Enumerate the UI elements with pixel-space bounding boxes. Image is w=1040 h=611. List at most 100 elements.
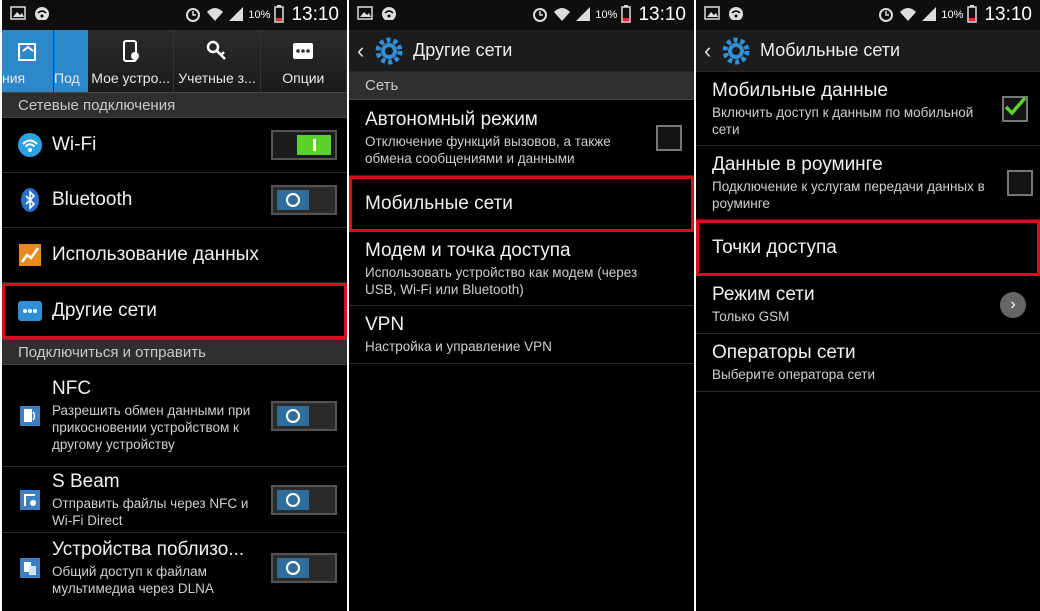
- clock: 13:10: [984, 4, 1032, 25]
- cell-signal-icon: [228, 6, 244, 25]
- alarm-icon: [531, 5, 549, 26]
- gear-icon: [373, 35, 405, 67]
- action-bar[interactable]: ‹ Мобильные сети: [696, 30, 1040, 72]
- row-subtitle: Включить доступ к данным по мобильной се…: [712, 104, 974, 137]
- gallery-notification-icon: [10, 5, 26, 25]
- network-operators-row[interactable]: Операторы сети Выберите оператора сети: [696, 334, 1040, 392]
- wifi-icon: [16, 131, 44, 159]
- toggle-knob: [277, 558, 309, 578]
- tab-label: ния: [2, 70, 26, 86]
- wifi-toggle[interactable]: [271, 130, 337, 160]
- row-title: Данные в роуминге: [712, 153, 883, 175]
- vpn-row[interactable]: VPN Настройка и управление VPN: [349, 306, 694, 364]
- tab-label: Под: [54, 70, 80, 86]
- row-subtitle: Отправить файлы через NFC и Wi-Fi Direct: [52, 495, 249, 528]
- airplane-mode-row[interactable]: Автономный режим Отключение функций вызо…: [349, 100, 694, 176]
- back-chevron-icon[interactable]: ‹: [357, 38, 373, 64]
- row-title: Мобильные сети: [365, 192, 513, 214]
- toggle-knob: [277, 405, 309, 426]
- gear-icon: [720, 35, 752, 67]
- wifi-signal-icon: [553, 6, 571, 25]
- row-title: Точки доступа: [712, 236, 837, 258]
- back-chevron-icon[interactable]: ‹: [704, 38, 720, 64]
- key-tab-icon: [204, 38, 230, 64]
- row-subtitle: Только GSM: [712, 309, 790, 324]
- toggle-knob: [277, 190, 309, 210]
- status-bar: 10% 13:10: [349, 0, 694, 30]
- chevron-right-icon[interactable]: ›: [1000, 291, 1026, 318]
- bluetooth-icon: [16, 186, 44, 214]
- options-tab-icon: [290, 38, 316, 64]
- mobile-data-row[interactable]: Мобильные данные Включить доступ к данны…: [696, 72, 1040, 146]
- data-roaming-checkbox[interactable]: [1007, 169, 1033, 196]
- status-bar: 10% 13:10: [696, 0, 1040, 30]
- tab-options[interactable]: Опции: [260, 30, 347, 92]
- row-title: Мобильные данные: [712, 79, 888, 101]
- clock: 13:10: [291, 4, 339, 25]
- gallery-notification-icon: [704, 5, 720, 25]
- row-subtitle: Отключение функций вызовов, а также обме…: [365, 133, 611, 166]
- row-title: Устройства поблизо...: [52, 539, 245, 560]
- cell-signal-icon: [575, 6, 591, 25]
- battery-icon: [967, 4, 978, 26]
- nfc-toggle[interactable]: [271, 400, 337, 431]
- mobile-data-checkbox[interactable]: [1002, 95, 1028, 122]
- gallery-notification-icon: [357, 5, 373, 25]
- tab-label: Опции: [282, 70, 325, 86]
- s-beam-toggle[interactable]: [271, 484, 337, 515]
- row-title: Wi-Fi: [52, 134, 97, 155]
- row-title: Модем и точка доступа: [365, 239, 571, 261]
- other-networks-row[interactable]: Другие сети: [2, 283, 347, 339]
- data-usage-row[interactable]: Использование данных: [2, 228, 347, 283]
- data-roaming-row[interactable]: Данные в роуминге Подключение к услугам …: [696, 146, 1040, 220]
- bluetooth-toggle[interactable]: [271, 185, 337, 215]
- tab-accounts[interactable]: Учетные з...: [174, 30, 261, 92]
- wifi-signal-icon: [206, 6, 224, 25]
- nearby-devices-toggle[interactable]: [271, 553, 337, 583]
- wifi-signal-icon: [899, 6, 917, 25]
- network-mode-row[interactable]: Режим сети Только GSM ›: [696, 276, 1040, 334]
- row-title: Использование данных: [52, 244, 259, 265]
- wifi-notification-icon: [728, 6, 744, 25]
- bluetooth-row[interactable]: Bluetooth: [2, 173, 347, 228]
- settings-tabs: ния Под Мое устро... Учетные з... Опции: [2, 30, 347, 92]
- clock: 13:10: [638, 4, 686, 25]
- data-usage-icon: [16, 241, 44, 269]
- battery-icon: [274, 4, 285, 26]
- tab-label: Мое устро...: [91, 70, 171, 86]
- checkmark-icon: [1004, 96, 1027, 116]
- action-bar[interactable]: ‹ Другие сети: [349, 30, 694, 72]
- wifi-notification-icon: [34, 6, 50, 25]
- nfc-icon: [16, 402, 44, 430]
- battery-icon: [621, 4, 632, 26]
- more-dots-icon: [16, 297, 44, 325]
- tab-connections[interactable]: ния: [2, 30, 54, 92]
- nfc-row[interactable]: NFC Разрешить обмен данными при прикосно…: [2, 365, 347, 467]
- status-bar: 10% 13:10: [2, 0, 347, 30]
- row-title: Автономный режим: [365, 108, 538, 130]
- s-beam-row[interactable]: S Beam Отправить файлы через NFC и Wi-Fi…: [2, 467, 347, 533]
- s-beam-icon: [16, 486, 44, 514]
- tab-connections-cut[interactable]: Под: [54, 30, 88, 92]
- row-subtitle: Подключение к услугам передачи данных в …: [712, 178, 985, 211]
- mobile-networks-row[interactable]: Мобильные сети: [349, 176, 694, 232]
- device-tab-icon: [118, 38, 144, 64]
- access-points-row[interactable]: Точки доступа: [696, 220, 1040, 276]
- connections-tab-icon: [15, 38, 41, 64]
- airplane-mode-checkbox[interactable]: [656, 124, 682, 151]
- mobile-networks-panel: 10% 13:10 ‹ Мобильные сети Мобильные дан…: [696, 0, 1040, 611]
- nearby-devices-row[interactable]: Устройства поблизо... Общий доступ к фай…: [2, 533, 347, 603]
- tab-my-device[interactable]: Мое устро...: [88, 30, 175, 92]
- row-title: NFC: [52, 378, 92, 399]
- page-title: Другие сети: [413, 40, 513, 60]
- wifi-row[interactable]: Wi-Fi: [2, 118, 347, 173]
- toggle-knob: [277, 489, 309, 510]
- nearby-devices-icon: [16, 554, 44, 582]
- row-title: Другие сети: [52, 299, 157, 321]
- row-title: VPN: [365, 314, 405, 335]
- row-subtitle: Выберите оператора сети: [712, 367, 876, 382]
- tethering-row[interactable]: Модем и точка доступа Использовать устро…: [349, 232, 694, 306]
- settings-connections-panel: 10% 13:10 ния Под Мое устро... Учетные з…: [2, 0, 347, 611]
- tab-label: Учетные з...: [178, 70, 256, 86]
- section-header: Подключиться и отправить: [2, 339, 347, 365]
